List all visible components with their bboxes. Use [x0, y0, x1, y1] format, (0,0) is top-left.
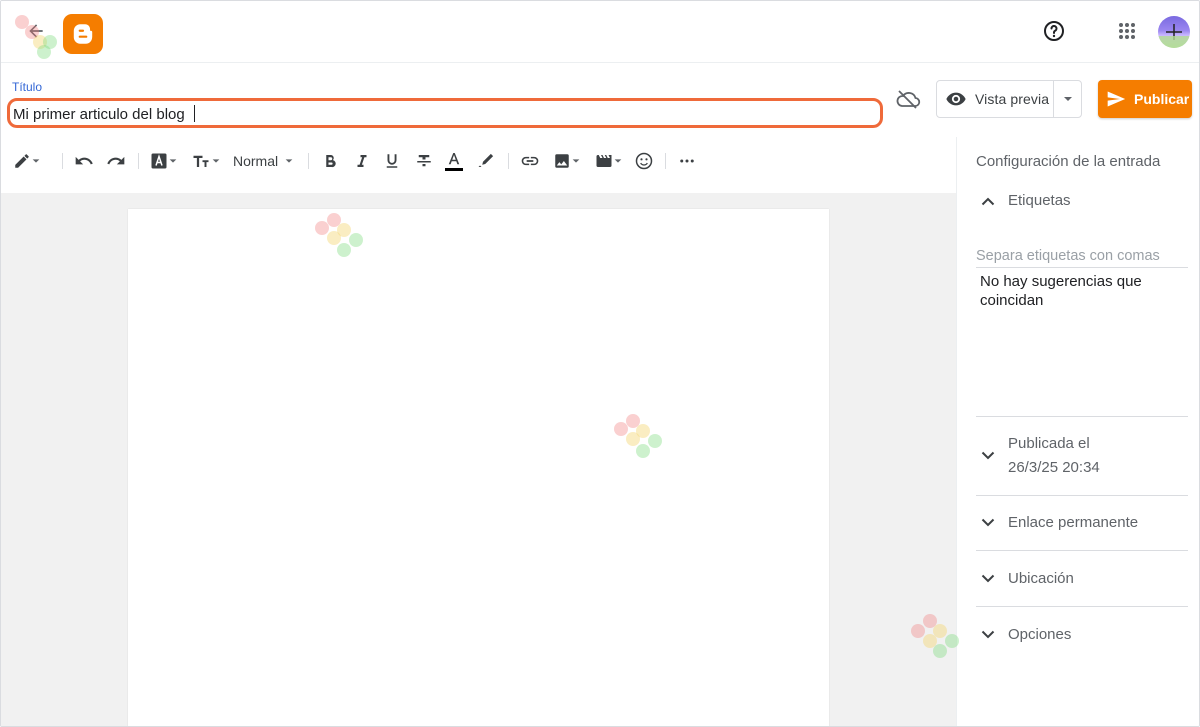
chevron-down-icon	[981, 574, 995, 583]
title-input[interactable]	[13, 104, 873, 124]
section-divider	[976, 550, 1188, 551]
section-divider	[976, 495, 1188, 496]
post-body-editor[interactable]	[128, 209, 829, 726]
chevron-down-icon	[169, 159, 177, 163]
send-icon	[1107, 91, 1126, 107]
apps-grid-icon	[1119, 23, 1135, 39]
toolbar-separator	[138, 153, 139, 169]
location-section-header[interactable]: Ubicación	[976, 567, 1074, 591]
text-caret	[194, 105, 195, 122]
strikethrough-button[interactable]	[415, 149, 433, 173]
pencil-mode-button[interactable]	[13, 149, 41, 173]
section-divider	[976, 416, 1188, 417]
options-label: Opciones	[1008, 626, 1072, 643]
published-label: Publicada el	[1008, 435, 1090, 452]
text-size-button[interactable]	[191, 149, 221, 173]
text-color-button[interactable]	[445, 149, 463, 173]
user-avatar[interactable]	[1158, 16, 1190, 48]
font-icon	[151, 153, 167, 169]
chevron-down-icon	[1063, 97, 1072, 101]
toolbar-separator	[508, 153, 509, 169]
help-button[interactable]	[1038, 15, 1070, 47]
highlight-icon	[478, 153, 494, 167]
published-date: 26/3/25 20:34	[1008, 459, 1100, 476]
font-button[interactable]	[150, 149, 178, 173]
back-button[interactable]	[19, 14, 53, 48]
options-section-header[interactable]: Opciones	[976, 623, 1071, 647]
chevron-down-icon	[32, 159, 40, 163]
blogger-logo-icon[interactable]	[63, 14, 103, 54]
more-icon	[680, 159, 694, 163]
toolbar-separator	[62, 153, 63, 169]
section-divider	[976, 606, 1188, 607]
settings-title: Configuración de la entrada	[976, 153, 1161, 170]
insert-image-button[interactable]	[553, 149, 581, 173]
eye-icon	[946, 92, 966, 106]
italic-button[interactable]	[353, 149, 371, 173]
insert-video-button[interactable]	[595, 149, 623, 173]
chevron-down-icon	[981, 630, 995, 639]
redo-button[interactable]	[106, 149, 126, 173]
chevron-down-icon	[981, 518, 995, 527]
blogger-editor-window: Título Vista previa Publicar	[0, 0, 1200, 727]
title-field-highlight	[7, 98, 883, 128]
no-suggestions-text: No hay sugerencias que coincidan	[980, 273, 1142, 309]
publish-button[interactable]: Publicar	[1098, 80, 1192, 118]
help-circle-icon	[1044, 21, 1064, 41]
undo-button[interactable]	[74, 149, 94, 173]
redo-icon	[107, 156, 125, 165]
labels-section-label: Etiquetas	[1008, 192, 1071, 209]
top-bar	[1, 1, 1199, 63]
chevron-down-icon	[572, 159, 580, 163]
emoji-button[interactable]	[634, 149, 654, 173]
text-size-icon	[193, 155, 209, 167]
chevron-down-icon	[614, 159, 622, 163]
publish-label: Publicar	[1134, 91, 1190, 107]
title-label: Título	[12, 80, 43, 94]
permalink-label: Enlace permanente	[1008, 514, 1139, 531]
strikethrough-icon	[417, 155, 431, 167]
pencil-icon	[15, 154, 29, 168]
cloud-off-icon	[894, 87, 922, 111]
published-section-header[interactable]: Publicada el 26/3/25 20:34	[976, 432, 1100, 480]
paragraph-style-value: Normal	[233, 153, 279, 169]
preview-dropdown[interactable]	[1054, 81, 1081, 117]
bold-button[interactable]	[321, 149, 339, 173]
toolbar-separator	[665, 153, 666, 169]
undo-icon	[75, 156, 93, 165]
location-label: Ubicación	[1008, 570, 1074, 587]
chevron-down-icon	[981, 451, 995, 460]
paragraph-style-dropdown[interactable]: Normal	[233, 149, 294, 173]
emoji-icon	[635, 152, 653, 170]
toolbar-separator	[308, 153, 309, 169]
apps-button[interactable]	[1111, 15, 1143, 47]
bold-icon	[326, 155, 336, 168]
link-icon	[521, 156, 539, 166]
more-options-button[interactable]	[678, 149, 696, 173]
highlight-button[interactable]	[477, 149, 495, 173]
chevron-down-icon	[285, 159, 293, 163]
underline-icon	[386, 154, 398, 168]
italic-icon	[357, 155, 367, 167]
chevron-up-icon	[981, 197, 995, 206]
preview-main[interactable]: Vista previa	[937, 81, 1054, 117]
text-color-swatch	[445, 168, 463, 171]
arrow-left-icon	[29, 24, 43, 38]
preview-label: Vista previa	[975, 91, 1050, 107]
underline-button[interactable]	[383, 149, 401, 173]
link-button[interactable]	[520, 149, 540, 173]
text-color-icon	[448, 153, 460, 165]
labels-section-header[interactable]: Etiquetas	[976, 189, 1071, 213]
labels-input[interactable]	[976, 244, 1188, 268]
video-icon	[596, 155, 612, 167]
permalink-section-header[interactable]: Enlace permanente	[976, 511, 1138, 535]
preview-button[interactable]: Vista previa	[936, 80, 1082, 118]
image-icon	[555, 154, 569, 168]
chevron-down-icon	[212, 159, 220, 163]
